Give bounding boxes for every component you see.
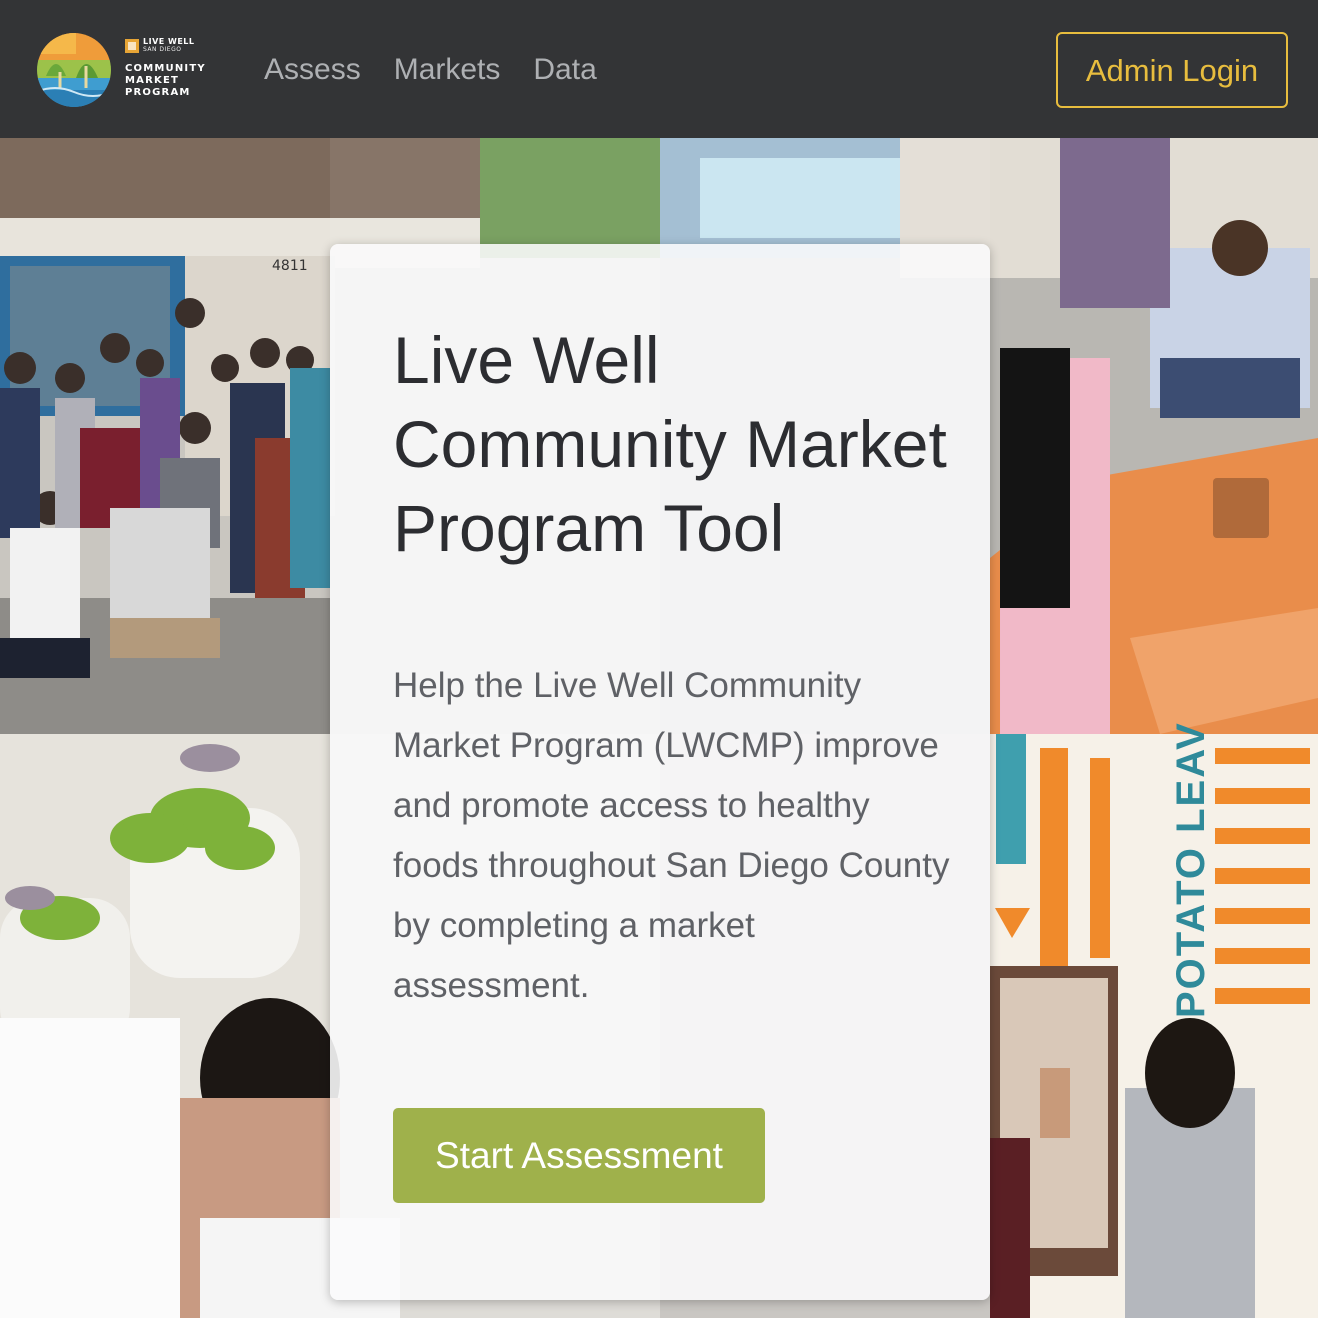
hero-description: Help the Live Well Community Market Prog… bbox=[393, 666, 950, 1005]
brand-line-live-well: LIVE WELL bbox=[143, 37, 195, 46]
brand-wordmark: LIVE WELL SAN DIEGO COMMUNITY MARKET PRO… bbox=[125, 38, 206, 99]
main-nav: Assess Markets Data bbox=[264, 50, 597, 90]
brand-line-program: PROGRAM bbox=[125, 87, 191, 98]
brand-line-market: MARKET bbox=[125, 75, 179, 86]
brand-line-community: COMMUNITY bbox=[125, 63, 206, 74]
hero-card: Live Well Community Market Program Tool … bbox=[330, 244, 990, 1300]
hero-title: Live Well Community Market Program Tool bbox=[393, 323, 947, 565]
start-assessment-button[interactable]: Start Assessment bbox=[393, 1108, 765, 1203]
nav-link-assess[interactable]: Assess bbox=[264, 50, 361, 90]
nav-link-markets[interactable]: Markets bbox=[394, 50, 501, 90]
admin-login-button[interactable]: Admin Login bbox=[1056, 32, 1288, 108]
mural-potato-leaf-text: POTATO LEAV bbox=[1169, 721, 1213, 1018]
top-navbar: LIVE WELL SAN DIEGO COMMUNITY MARKET PRO… bbox=[0, 0, 1318, 138]
brand-logo-link[interactable]: LIVE WELL SAN DIEGO COMMUNITY MARKET PRO… bbox=[36, 30, 216, 110]
brand-badge-icon bbox=[125, 38, 139, 53]
building-address-number: 4811 bbox=[272, 258, 308, 274]
live-well-emblem-icon bbox=[37, 33, 111, 107]
nav-link-data[interactable]: Data bbox=[533, 50, 596, 90]
brand-line-san-diego: SAN DIEGO bbox=[143, 46, 182, 53]
